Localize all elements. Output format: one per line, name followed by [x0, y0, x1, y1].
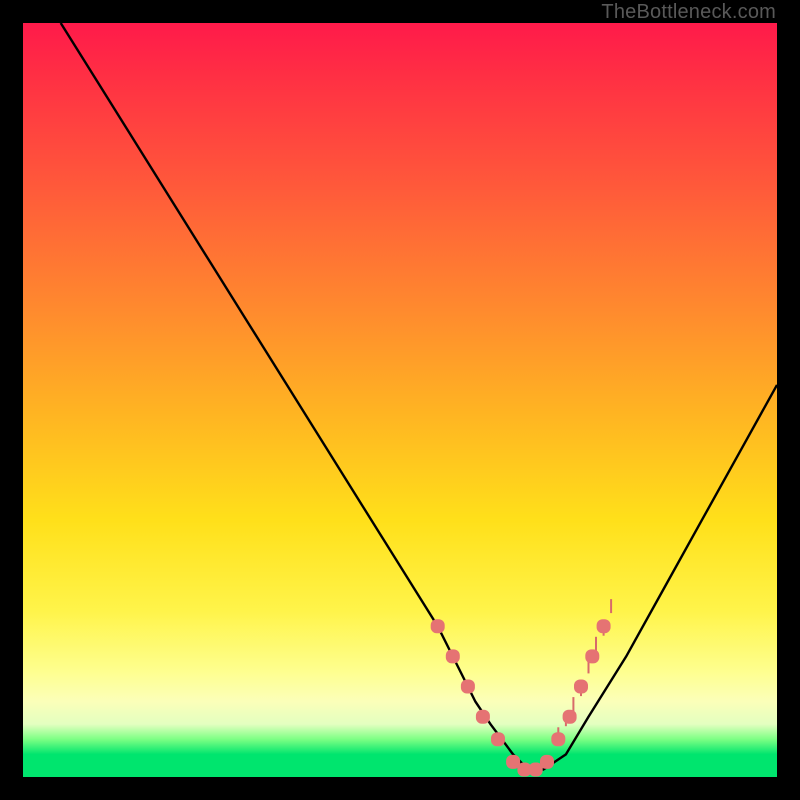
marker-dot — [476, 710, 490, 724]
marker-dot — [446, 649, 460, 663]
marker-dot — [551, 732, 565, 746]
marker-dot — [574, 680, 588, 694]
marker-group — [431, 619, 611, 776]
bottleneck-curve — [61, 23, 777, 770]
plot-area — [23, 23, 777, 777]
marker-dot — [563, 710, 577, 724]
chart-frame: TheBottleneck.com — [0, 0, 800, 800]
watermark-text: TheBottleneck.com — [601, 1, 776, 24]
marker-dot — [431, 619, 445, 633]
marker-dot — [461, 680, 475, 694]
chart-svg — [23, 23, 777, 777]
marker-dot — [540, 755, 554, 769]
marker-dot — [597, 619, 611, 633]
marker-dot — [585, 649, 599, 663]
marker-dot — [491, 732, 505, 746]
